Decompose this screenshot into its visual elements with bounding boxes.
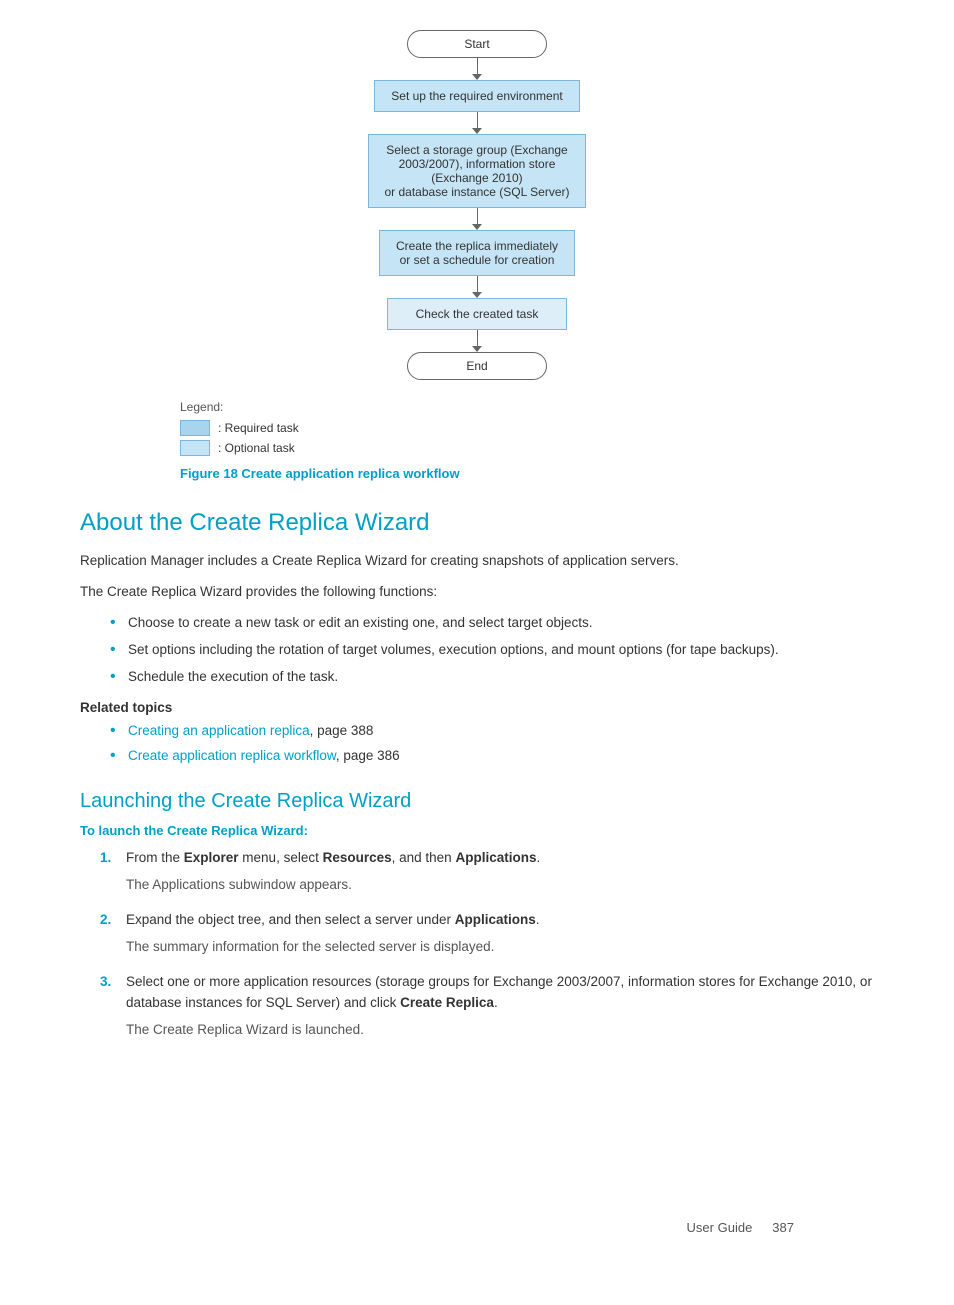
flow-node-check: Check the created task (387, 298, 567, 330)
bullet-item: Set options including the rotation of ta… (110, 640, 874, 661)
section1-para1: Replication Manager includes a Create Re… (80, 551, 874, 572)
bold-applications-2: Applications (455, 912, 536, 927)
link-workflow[interactable]: Create application replica workflow (128, 748, 336, 763)
legend-label-optional: : Optional task (218, 441, 295, 455)
flow-connector (477, 58, 478, 74)
legend-title: Legend: (180, 400, 874, 414)
flow-connector (477, 208, 478, 224)
legend-section: Legend: : Required task : Optional task (180, 400, 874, 456)
link-creating[interactable]: Creating an application replica (128, 723, 310, 738)
flow-node-end: End (407, 352, 547, 380)
link-suffix-1: , page 388 (310, 723, 374, 738)
step-2: 2. Expand the object tree, and then sele… (100, 910, 874, 958)
legend-item-required: : Required task (180, 420, 874, 436)
legend-item-optional: : Optional task (180, 440, 874, 456)
footer-label: User Guide (687, 1220, 753, 1235)
figure-caption: Figure 18 Create application replica wor… (180, 466, 874, 481)
section2-heading: Launching the Create Replica Wizard (80, 790, 874, 813)
section1-heading: About the Create Replica Wizard (80, 509, 874, 537)
footer: User Guide 387 (687, 1220, 794, 1235)
bullet-item: Schedule the execution of the task. (110, 667, 874, 688)
flow-connector (477, 330, 478, 346)
link-item: Creating an application replica, page 38… (110, 721, 874, 742)
step-main-2: Expand the object tree, and then select … (126, 912, 540, 927)
step-sub-3: The Create Replica Wizard is launched. (126, 1020, 874, 1041)
step-content-3: Select one or more application resources… (126, 972, 874, 1041)
flowchart: Start Set up the required environment Se… (80, 30, 874, 380)
step-main-1: From the Explorer menu, select Resources… (126, 850, 540, 865)
step-number-1: 1. (100, 848, 126, 896)
related-links: Creating an application replica, page 38… (110, 721, 874, 767)
procedure-heading: To launch the Create Replica Wizard: (80, 823, 874, 838)
flow-connector (477, 112, 478, 128)
step-content-1: From the Explorer menu, select Resources… (126, 848, 874, 896)
bold-explorer: Explorer (184, 850, 239, 865)
step-sub-1: The Applications subwindow appears. (126, 875, 874, 896)
section1-bullets: Choose to create a new task or edit an e… (110, 613, 874, 688)
legend-box-optional (180, 440, 210, 456)
related-topics-heading: Related topics (80, 700, 874, 715)
step-1: 1. From the Explorer menu, select Resour… (100, 848, 874, 896)
legend-box-required (180, 420, 210, 436)
page-wrapper: Start Set up the required environment Se… (80, 30, 874, 1265)
flow-node-setup: Set up the required environment (374, 80, 579, 112)
flow-node-select: Select a storage group (Exchange2003/200… (368, 134, 587, 208)
bold-create-replica: Create Replica (400, 995, 494, 1010)
step-main-3: Select one or more application resources… (126, 974, 872, 1010)
link-suffix-2: , page 386 (336, 748, 400, 763)
bold-applications: Applications (455, 850, 536, 865)
step-number-3: 3. (100, 972, 126, 1041)
bold-resources: Resources (323, 850, 392, 865)
step-sub-2: The summary information for the selected… (126, 937, 874, 958)
step-content-2: Expand the object tree, and then select … (126, 910, 874, 958)
bullet-item: Choose to create a new task or edit an e… (110, 613, 874, 634)
link-item: Create application replica workflow, pag… (110, 746, 874, 767)
step-number-2: 2. (100, 910, 126, 958)
flow-connector (477, 276, 478, 292)
legend-label-required: : Required task (218, 421, 299, 435)
footer-page: 387 (772, 1220, 794, 1235)
section1-para2: The Create Replica Wizard provides the f… (80, 582, 874, 603)
flow-node-start: Start (407, 30, 547, 58)
flow-node-create: Create the replica immediatelyor set a s… (379, 230, 575, 276)
numbered-steps: 1. From the Explorer menu, select Resour… (100, 848, 874, 1040)
step-3: 3. Select one or more application resour… (100, 972, 874, 1041)
